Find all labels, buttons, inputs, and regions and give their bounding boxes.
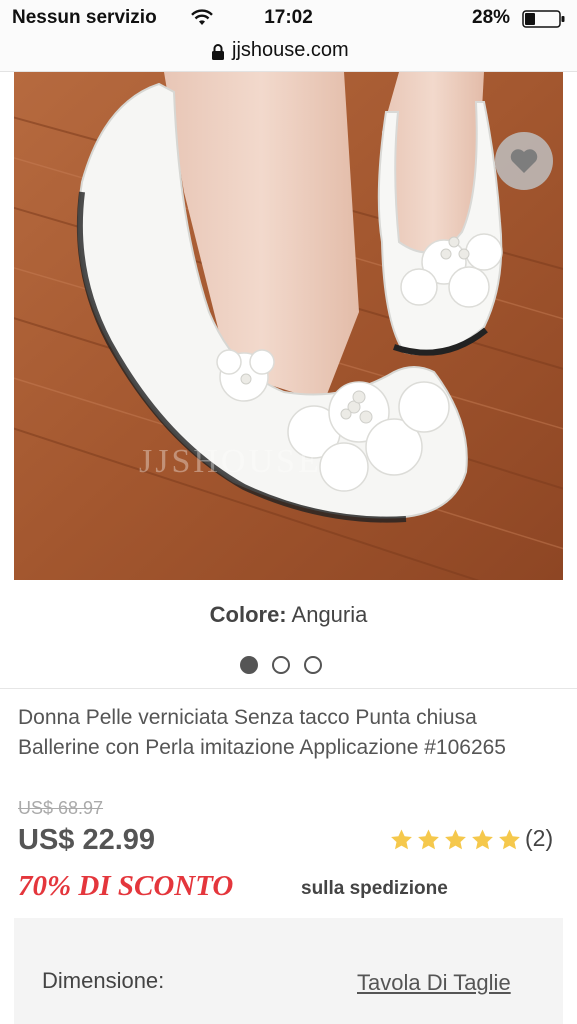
star-icon [418,829,439,850]
color-label: Colore: [209,602,287,627]
pager-dot-3[interactable] [304,656,322,674]
color-selection: Colore: Anguria [0,602,577,628]
color-value: Anguria [291,602,368,627]
favorite-button[interactable] [495,132,553,190]
size-chart-link[interactable]: Tavola Di Taglie [357,970,511,996]
divider [0,688,577,689]
image-watermark: JJSHOUSE [139,443,322,480]
pager-dot-1[interactable] [240,656,258,674]
sale-price: US$ 22.99 [18,824,156,856]
url-text[interactable]: jjshouse.com [232,39,349,62]
review-count[interactable]: (2) [525,825,553,852]
star-icon [499,829,520,850]
battery-percentage: 28% [472,7,511,28]
battery-icon [522,10,565,28]
pager-dot-2[interactable] [272,656,290,674]
size-panel: Dimensione: Tavola Di Taglie [14,918,563,1024]
status-bar: Nessun servizio 17:02 28% [0,0,577,36]
shipping-note: sulla spedizione [301,878,448,899]
product-title: Donna Pelle verniciata Senza tacco Punta… [18,706,506,759]
image-pager[interactable] [240,656,340,674]
original-price: US$ 68.97 [18,798,104,818]
size-label: Dimensione: [42,968,165,993]
star-icon [472,829,493,850]
star-icon [391,829,412,850]
heart-icon [510,149,538,173]
star-icon [445,829,466,850]
discount-badge: 70% DI SCONTO [18,870,234,902]
product-image[interactable]: JJSHOUSE [14,72,563,580]
address-bar[interactable]: jjshouse.com [0,36,577,72]
lock-icon [212,44,224,60]
